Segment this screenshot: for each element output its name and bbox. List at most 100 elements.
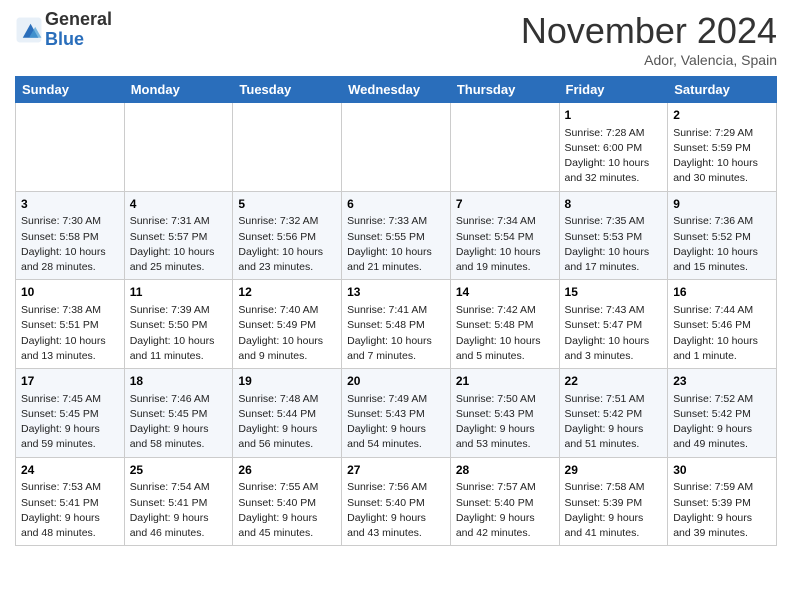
day-number: 7 <box>456 196 554 213</box>
day-number: 19 <box>238 373 336 390</box>
calendar-cell: 19Sunrise: 7:48 AMSunset: 5:44 PMDayligh… <box>233 369 342 458</box>
day-number: 15 <box>565 284 663 301</box>
location: Ador, Valencia, Spain <box>521 52 777 68</box>
calendar-cell: 1 Sunrise: 7:28 AMSunset: 6:00 PMDaylight… <box>559 103 668 192</box>
calendar-cell: 23 Sunrise: 7:52 AMSunset: 5:42 PMDayligh… <box>668 369 777 458</box>
calendar-cell <box>233 103 342 192</box>
page: General Blue November 2024 Ador, Valenci… <box>0 0 792 561</box>
calendar-cell: 4Sunrise: 7:31 AMSunset: 5:57 PMDaylight… <box>124 191 233 280</box>
day-info: Sunrise: 7:35 AMSunset: 5:53 PMDaylight:… <box>565 214 663 275</box>
day-info: Sunrise: 7:49 AMSunset: 5:43 PMDaylight:… <box>347 392 445 453</box>
calendar-cell: 21 Sunrise: 7:50 AMSunset: 5:43 PMDayligh… <box>450 369 559 458</box>
calendar-cell: 15 Sunrise: 7:43 AMSunset: 5:47 PMDayligh… <box>559 280 668 369</box>
day-info: Sunrise: 7:34 AMSunset: 5:54 PMDaylight:… <box>456 214 554 275</box>
calendar-cell <box>342 103 451 192</box>
day-number: 16 <box>673 284 771 301</box>
logo-text: General Blue <box>45 10 112 50</box>
day-info: Sunrise: 7:30 AMSunset: 5:58 PMDaylight:… <box>21 214 119 275</box>
day-header-friday: Friday <box>559 77 668 103</box>
day-number: 4 <box>130 196 228 213</box>
day-number: 28 <box>456 462 554 479</box>
day-info: Sunrise: 7:43 AMSunset: 5:47 PMDaylight:… <box>565 303 663 364</box>
day-number: 3 <box>21 196 119 213</box>
calendar-week-4: 17Sunrise: 7:45 AMSunset: 5:45 PMDayligh… <box>16 369 777 458</box>
month-title: November 2024 <box>521 10 777 52</box>
calendar-cell: 3Sunrise: 7:30 AMSunset: 5:58 PMDaylight… <box>16 191 125 280</box>
day-number: 6 <box>347 196 445 213</box>
day-number: 21 <box>456 373 554 390</box>
day-number: 25 <box>130 462 228 479</box>
title-area: November 2024 Ador, Valencia, Spain <box>521 10 777 68</box>
day-info: Sunrise: 7:44 AMSunset: 5:46 PMDaylight:… <box>673 303 771 364</box>
day-info: Sunrise: 7:58 AMSunset: 5:39 PMDaylight:… <box>565 480 663 541</box>
day-number: 30 <box>673 462 771 479</box>
day-number: 13 <box>347 284 445 301</box>
calendar-cell: 27Sunrise: 7:56 AMSunset: 5:40 PMDayligh… <box>342 457 451 546</box>
calendar-cell: 2Sunrise: 7:29 AMSunset: 5:59 PMDaylight… <box>668 103 777 192</box>
calendar-cell: 14 Sunrise: 7:42 AMSunset: 5:48 PMDayligh… <box>450 280 559 369</box>
day-header-tuesday: Tuesday <box>233 77 342 103</box>
day-info: Sunrise: 7:53 AMSunset: 5:41 PMDaylight:… <box>21 480 119 541</box>
day-info: Sunrise: 7:29 AMSunset: 5:59 PMDaylight:… <box>673 126 771 187</box>
header: General Blue November 2024 Ador, Valenci… <box>15 10 777 68</box>
calendar-cell: 13 Sunrise: 7:41 AMSunset: 5:48 PMDayligh… <box>342 280 451 369</box>
logo-area: General Blue <box>15 10 112 50</box>
day-info: Sunrise: 7:41 AMSunset: 5:48 PMDaylight:… <box>347 303 445 364</box>
day-number: 5 <box>238 196 336 213</box>
calendar-cell: 29Sunrise: 7:58 AMSunset: 5:39 PMDayligh… <box>559 457 668 546</box>
calendar-cell: 24Sunrise: 7:53 AMSunset: 5:41 PMDayligh… <box>16 457 125 546</box>
calendar-cell: 8Sunrise: 7:35 AMSunset: 5:53 PMDaylight… <box>559 191 668 280</box>
logo-icon <box>15 16 43 44</box>
day-number: 12 <box>238 284 336 301</box>
day-info: Sunrise: 7:50 AMSunset: 5:43 PMDaylight:… <box>456 392 554 453</box>
calendar: SundayMondayTuesdayWednesdayThursdayFrid… <box>15 76 777 546</box>
day-info: Sunrise: 7:52 AMSunset: 5:42 PMDaylight:… <box>673 392 771 453</box>
day-info: Sunrise: 7:55 AMSunset: 5:40 PMDaylight:… <box>238 480 336 541</box>
day-info: Sunrise: 7:42 AMSunset: 5:48 PMDaylight:… <box>456 303 554 364</box>
calendar-cell <box>124 103 233 192</box>
day-number: 26 <box>238 462 336 479</box>
day-info: Sunrise: 7:54 AMSunset: 5:41 PMDaylight:… <box>130 480 228 541</box>
day-info: Sunrise: 7:38 AMSunset: 5:51 PMDaylight:… <box>21 303 119 364</box>
day-number: 10 <box>21 284 119 301</box>
calendar-cell: 30Sunrise: 7:59 AMSunset: 5:39 PMDayligh… <box>668 457 777 546</box>
calendar-cell: 7Sunrise: 7:34 AMSunset: 5:54 PMDaylight… <box>450 191 559 280</box>
logo-blue: Blue <box>45 30 112 50</box>
day-header-sunday: Sunday <box>16 77 125 103</box>
day-info: Sunrise: 7:32 AMSunset: 5:56 PMDaylight:… <box>238 214 336 275</box>
calendar-cell: 6Sunrise: 7:33 AMSunset: 5:55 PMDaylight… <box>342 191 451 280</box>
day-info: Sunrise: 7:51 AMSunset: 5:42 PMDaylight:… <box>565 392 663 453</box>
calendar-week-5: 24Sunrise: 7:53 AMSunset: 5:41 PMDayligh… <box>16 457 777 546</box>
calendar-cell: 5Sunrise: 7:32 AMSunset: 5:56 PMDaylight… <box>233 191 342 280</box>
day-number: 27 <box>347 462 445 479</box>
calendar-week-1: 1 Sunrise: 7:28 AMSunset: 6:00 PMDaylight… <box>16 103 777 192</box>
calendar-cell: 10 Sunrise: 7:38 AMSunset: 5:51 PMDayligh… <box>16 280 125 369</box>
day-number: 1 <box>565 107 663 124</box>
day-header-thursday: Thursday <box>450 77 559 103</box>
day-info: Sunrise: 7:56 AMSunset: 5:40 PMDaylight:… <box>347 480 445 541</box>
day-number: 18 <box>130 373 228 390</box>
calendar-week-3: 10 Sunrise: 7:38 AMSunset: 5:51 PMDayligh… <box>16 280 777 369</box>
day-number: 22 <box>565 373 663 390</box>
day-header-wednesday: Wednesday <box>342 77 451 103</box>
calendar-cell: 16 Sunrise: 7:44 AMSunset: 5:46 PMDayligh… <box>668 280 777 369</box>
day-number: 20 <box>347 373 445 390</box>
calendar-cell: 20 Sunrise: 7:49 AMSunset: 5:43 PMDayligh… <box>342 369 451 458</box>
day-info: Sunrise: 7:40 AMSunset: 5:49 PMDaylight:… <box>238 303 336 364</box>
day-header-monday: Monday <box>124 77 233 103</box>
calendar-cell: 25Sunrise: 7:54 AMSunset: 5:41 PMDayligh… <box>124 457 233 546</box>
day-number: 23 <box>673 373 771 390</box>
calendar-cell: 28Sunrise: 7:57 AMSunset: 5:40 PMDayligh… <box>450 457 559 546</box>
calendar-cell: 12 Sunrise: 7:40 AMSunset: 5:49 PMDayligh… <box>233 280 342 369</box>
day-number: 14 <box>456 284 554 301</box>
day-number: 29 <box>565 462 663 479</box>
calendar-cell: 11Sunrise: 7:39 AMSunset: 5:50 PMDayligh… <box>124 280 233 369</box>
calendar-cell: 18Sunrise: 7:46 AMSunset: 5:45 PMDayligh… <box>124 369 233 458</box>
calendar-week-2: 3Sunrise: 7:30 AMSunset: 5:58 PMDaylight… <box>16 191 777 280</box>
day-number: 24 <box>21 462 119 479</box>
day-info: Sunrise: 7:28 AMSunset: 6:00 PMDaylight:… <box>565 126 663 187</box>
day-header-saturday: Saturday <box>668 77 777 103</box>
calendar-header-row: SundayMondayTuesdayWednesdayThursdayFrid… <box>16 77 777 103</box>
day-info: Sunrise: 7:33 AMSunset: 5:55 PMDaylight:… <box>347 214 445 275</box>
day-info: Sunrise: 7:36 AMSunset: 5:52 PMDaylight:… <box>673 214 771 275</box>
